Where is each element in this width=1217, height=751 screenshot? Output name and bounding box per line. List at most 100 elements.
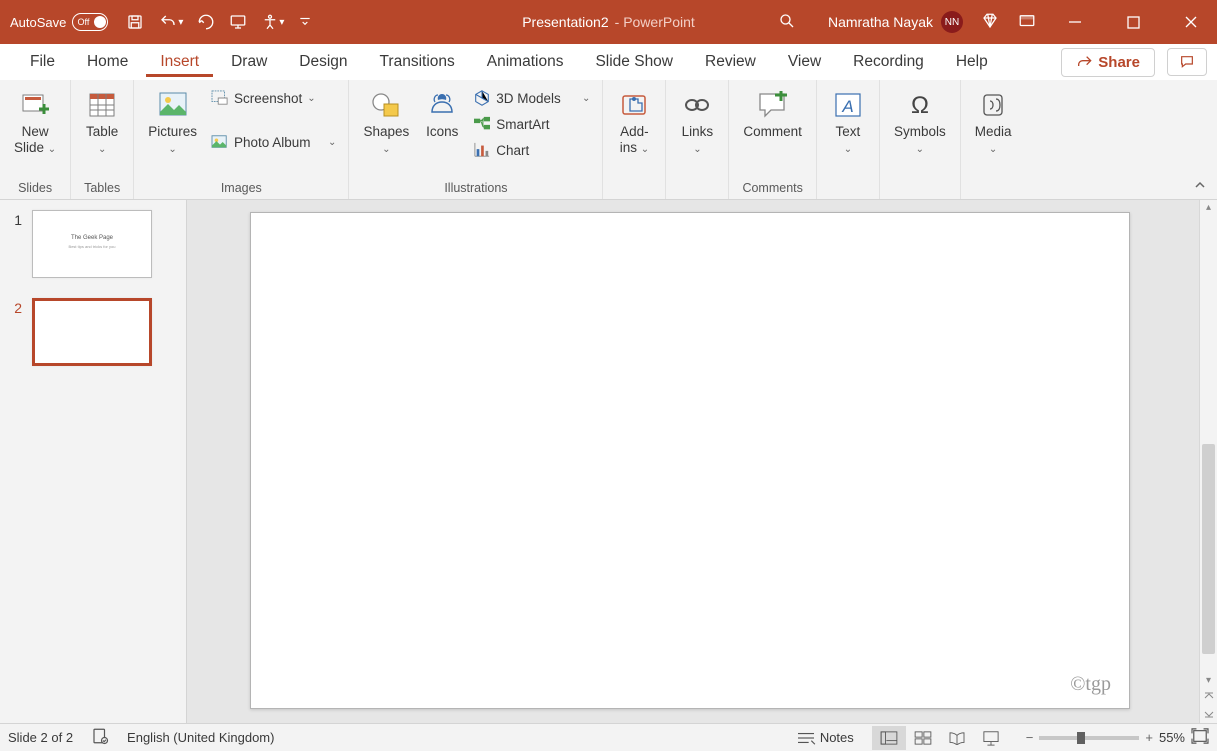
thumbnail-row[interactable]: 2 xyxy=(10,298,176,366)
zoom-out-button[interactable]: − xyxy=(1026,730,1034,745)
tab-view[interactable]: View xyxy=(774,47,835,77)
view-buttons xyxy=(872,726,1008,750)
links-icon xyxy=(680,88,714,122)
shapes-button[interactable]: Shapes⌄ xyxy=(357,86,415,157)
new-slide-button[interactable]: New Slide ⌄ xyxy=(8,86,62,157)
group-slides: New Slide ⌄ Slides xyxy=(0,80,71,199)
tab-help[interactable]: Help xyxy=(942,47,1002,77)
zoom-control: − + 55% xyxy=(1026,728,1209,747)
ribbon: New Slide ⌄ Slides Table⌄ Tables Picture… xyxy=(0,80,1217,200)
pictures-button[interactable]: Pictures⌄ xyxy=(142,86,203,157)
share-icon xyxy=(1076,54,1092,70)
scroll-up-icon[interactable]: ▴ xyxy=(1200,200,1217,214)
zoom-slider-thumb[interactable] xyxy=(1077,732,1085,744)
close-button[interactable] xyxy=(1171,7,1211,37)
group-images: Pictures⌄ Screenshot ⌄ Photo Album ⌄ Ima… xyxy=(134,80,349,199)
normal-view-button[interactable] xyxy=(872,726,906,750)
smartart-icon xyxy=(473,115,491,133)
tab-recording[interactable]: Recording xyxy=(839,47,938,77)
tab-file[interactable]: File xyxy=(16,47,69,77)
group-tables-label: Tables xyxy=(84,179,120,199)
thumbnail-row[interactable]: 1 The Geek Page Best tips and tricks for… xyxy=(10,210,176,278)
comment-button[interactable]: Comment xyxy=(737,86,808,142)
media-icon xyxy=(976,88,1010,122)
tab-animations[interactable]: Animations xyxy=(473,47,578,77)
fit-to-window-button[interactable] xyxy=(1191,728,1209,747)
zoom-in-button[interactable]: + xyxy=(1145,730,1153,745)
links-button[interactable]: Links⌄ xyxy=(674,86,720,157)
display-options-icon[interactable] xyxy=(1017,12,1037,33)
slideshow-view-button[interactable] xyxy=(974,726,1008,750)
vertical-scrollbar[interactable]: ▴ ▾ xyxy=(1199,200,1217,723)
media-button[interactable]: Media⌄ xyxy=(969,86,1018,157)
group-tables: Table⌄ Tables xyxy=(71,80,134,199)
slide-thumbnail-1[interactable]: The Geek Page Best tips and tricks for y… xyxy=(32,210,152,278)
smartart-button[interactable]: SmartArt xyxy=(469,112,594,136)
minimize-button[interactable] xyxy=(1055,7,1095,37)
search-icon[interactable] xyxy=(778,12,796,33)
share-button[interactable]: Share xyxy=(1061,48,1155,77)
language-status[interactable]: English (United Kingdom) xyxy=(127,730,274,745)
chart-button[interactable]: Chart xyxy=(469,138,594,162)
group-addins: Add- ins ⌄ xyxy=(603,80,666,199)
group-slides-label: Slides xyxy=(18,179,52,199)
addins-button[interactable]: Add- ins ⌄ xyxy=(611,86,657,157)
slide-editor-area[interactable]: ©tgp ▴ ▾ xyxy=(187,200,1217,723)
slide-thumbnail-panel[interactable]: 1 The Geek Page Best tips and tricks for… xyxy=(0,200,187,723)
accessibility-icon[interactable]: ▾ xyxy=(261,12,284,32)
reading-view-button[interactable] xyxy=(940,726,974,750)
next-slide-icon[interactable] xyxy=(1200,705,1217,723)
tab-review[interactable]: Review xyxy=(691,47,770,77)
icons-button[interactable]: Icons xyxy=(419,86,465,142)
share-label: Share xyxy=(1098,54,1140,71)
status-bar: Slide 2 of 2 English (United Kingdom) No… xyxy=(0,723,1217,751)
group-illustrations-label: Illustrations xyxy=(444,179,507,199)
table-button[interactable]: Table⌄ xyxy=(79,86,125,157)
text-button[interactable]: A Text⌄ xyxy=(825,86,871,157)
screenshot-button[interactable]: Screenshot ⌄ xyxy=(207,86,340,110)
autosave-toggle[interactable]: Off xyxy=(72,13,108,31)
scrollbar-thumb[interactable] xyxy=(1202,444,1215,654)
tab-transitions[interactable]: Transitions xyxy=(366,47,469,77)
svg-text:A: A xyxy=(841,97,853,116)
slide-canvas[interactable]: ©tgp xyxy=(250,212,1130,709)
tab-insert[interactable]: Insert xyxy=(146,47,213,77)
slide-sorter-button[interactable] xyxy=(906,726,940,750)
tab-home[interactable]: Home xyxy=(73,47,142,77)
addins-icon xyxy=(617,88,651,122)
present-from-start-icon[interactable] xyxy=(229,13,247,31)
comment-bubble-icon xyxy=(1178,54,1196,70)
comments-pane-button[interactable] xyxy=(1167,48,1207,76)
collapse-ribbon-icon[interactable] xyxy=(1193,178,1207,195)
symbols-button[interactable]: Ω Symbols⌄ xyxy=(888,86,952,157)
undo-icon[interactable]: ▾ xyxy=(158,13,183,31)
tab-draw[interactable]: Draw xyxy=(217,47,281,77)
qat-customize-icon[interactable] xyxy=(298,15,312,29)
user-account[interactable]: Namratha Nayak NN xyxy=(828,11,963,33)
group-illustrations: Shapes⌄ Icons 3D Models ⌄ SmartArt Chart xyxy=(349,80,603,199)
redo-icon[interactable] xyxy=(197,13,215,31)
notes-icon xyxy=(796,730,816,746)
photo-album-button[interactable]: Photo Album ⌄ xyxy=(207,130,340,154)
maximize-button[interactable] xyxy=(1113,7,1153,37)
slide-thumbnail-2[interactable] xyxy=(32,298,152,366)
notes-button[interactable]: Notes xyxy=(796,730,854,746)
3d-models-button[interactable]: 3D Models ⌄ xyxy=(469,86,594,110)
zoom-level[interactable]: 55% xyxy=(1159,730,1185,745)
tab-slideshow[interactable]: Slide Show xyxy=(581,47,687,77)
new-slide-icon xyxy=(18,88,52,122)
scroll-down-icon[interactable]: ▾ xyxy=(1200,673,1217,687)
icons-icon xyxy=(425,88,459,122)
save-icon[interactable] xyxy=(126,13,144,31)
quick-access-toolbar: ▾ ▾ xyxy=(126,12,312,32)
tab-design[interactable]: Design xyxy=(285,47,361,77)
diamond-icon[interactable] xyxy=(981,12,999,33)
slide-info[interactable]: Slide 2 of 2 xyxy=(8,730,73,745)
group-symbols: Ω Symbols⌄ xyxy=(880,80,961,199)
pictures-icon xyxy=(156,88,190,122)
ribbon-tabs: File Home Insert Draw Design Transitions… xyxy=(0,44,1217,80)
accessibility-status-icon[interactable] xyxy=(91,727,109,748)
autosave-control[interactable]: AutoSave Off xyxy=(10,13,108,31)
prev-slide-icon[interactable] xyxy=(1200,687,1217,705)
zoom-slider[interactable] xyxy=(1039,736,1139,740)
